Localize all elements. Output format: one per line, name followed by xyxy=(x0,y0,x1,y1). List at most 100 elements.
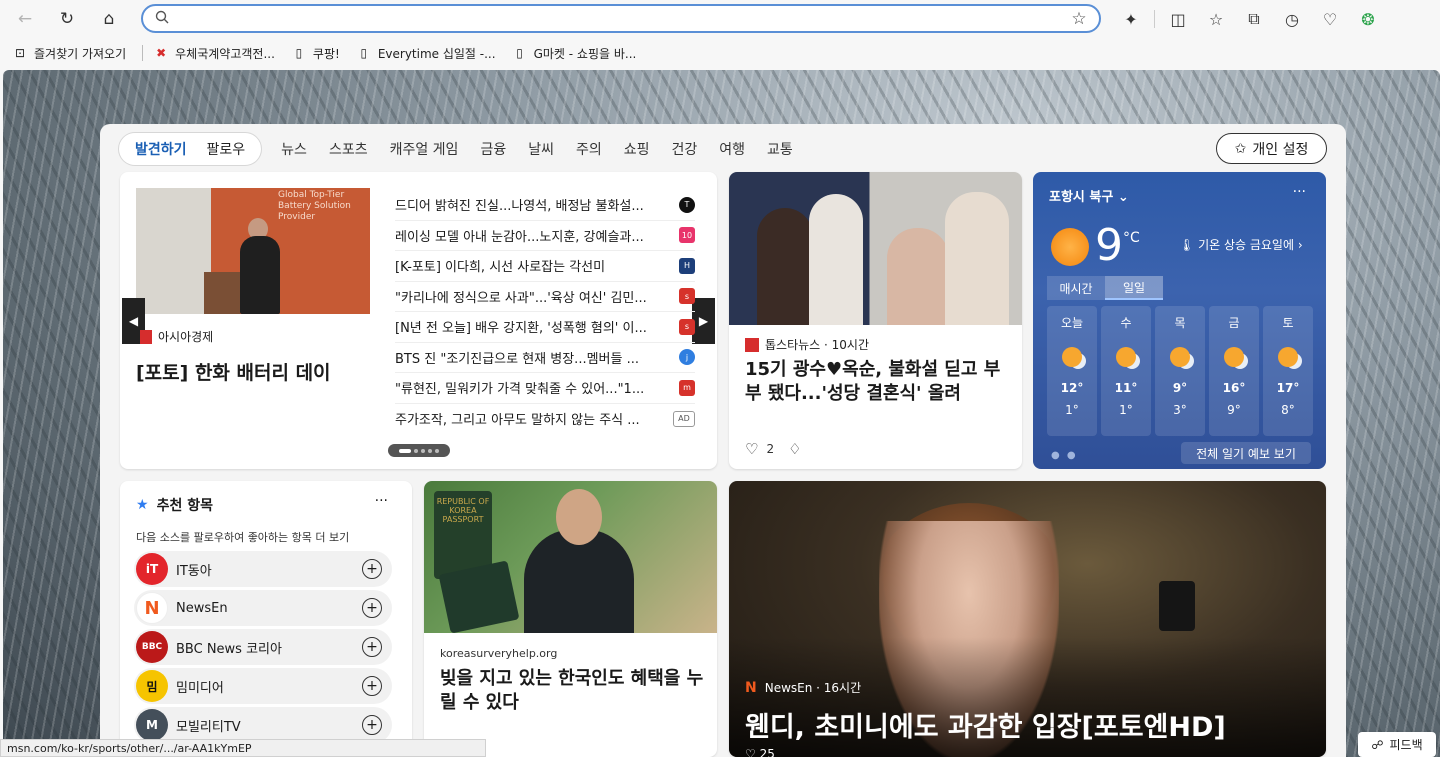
weather-location[interactable]: 포항시 북구 ⌄ xyxy=(1049,186,1129,205)
tab-travel[interactable]: 여행 xyxy=(719,139,745,159)
bookmark-post[interactable]: ✖ 우체국계약고객전... xyxy=(153,45,275,62)
headline-item[interactable]: 레이싱 모델 아내 눈감아...노지훈, 강예슬과... 10 xyxy=(395,221,695,251)
hero-image[interactable]: Global Top-Tier Battery Solution Provide… xyxy=(136,188,370,314)
tab-caution[interactable]: 주의 xyxy=(576,139,602,159)
hero-title[interactable]: [포토] 한화 배터리 데이 xyxy=(136,358,331,385)
carousel-dots[interactable] xyxy=(388,444,450,457)
tab-news[interactable]: 뉴스 xyxy=(281,139,307,159)
extensions-button[interactable]: ✦ xyxy=(1112,4,1150,34)
personalize-button[interactable]: ✩ 개인 설정 xyxy=(1216,133,1327,164)
weather-day[interactable]: 오늘 12° 1° xyxy=(1047,306,1097,436)
home-button[interactable]: ⌂ xyxy=(92,4,126,34)
weather-card: 포항시 북구 ⌄ ··· 9 °C 🌡 기온 상승 금요일에 › 매시간 일일 … xyxy=(1033,172,1326,469)
recommend-source-row[interactable]: iT IT동아 + xyxy=(134,551,392,587)
weather-alert[interactable]: 🌡 기온 상승 금요일에 › xyxy=(1179,236,1303,253)
weather-tab-daily[interactable]: 일일 xyxy=(1105,276,1163,300)
copilot-icon: ❂ xyxy=(1361,9,1375,29)
recommend-source-row[interactable]: BBC BBC News 코리아 + xyxy=(134,629,392,665)
newsen-logo-icon: N xyxy=(745,679,757,696)
bookmark-coupang[interactable]: ▯ 쿠팡! xyxy=(291,45,340,62)
health-button[interactable]: ♡ xyxy=(1311,4,1349,34)
weather-page-dots[interactable]: ● ● xyxy=(1051,450,1078,461)
tab-casual-games[interactable]: 캐주얼 게임 xyxy=(390,139,459,159)
bbc-logo-icon: BBC xyxy=(136,631,168,663)
tab-sports[interactable]: 스포츠 xyxy=(329,139,368,159)
tab-shopping[interactable]: 쇼핑 xyxy=(624,139,650,159)
headline-item[interactable]: 주가조작, 그리고 아무도 말하지 않는 주식 ... AD xyxy=(395,404,695,435)
thumbs-down-icon[interactable]: ♢ xyxy=(788,440,801,458)
couple-image xyxy=(729,172,1022,325)
bookmark-gmarket[interactable]: ▯ G마켓 - 쇼핑을 바... xyxy=(512,45,636,62)
recommend-title: ★ 추천 항목 xyxy=(136,495,213,515)
back-button[interactable]: ← xyxy=(8,4,42,34)
day-name: 목 xyxy=(1174,316,1186,330)
hero-person xyxy=(240,236,280,314)
headline-item[interactable]: BTS 진 "조기진급으로 현재 병장...멤버들 ... j xyxy=(395,343,695,373)
bookmark-divider xyxy=(142,45,144,61)
weather-day[interactable]: 토 17° 8° xyxy=(1263,306,1313,436)
home-icon: ⌂ xyxy=(103,9,115,29)
feedback-button[interactable]: ☍ 피드백 xyxy=(1358,732,1436,757)
favorite-star-icon[interactable]: ☆ xyxy=(1067,9,1091,29)
bookmark-everytime[interactable]: ▯ Everytime 십일절 -... xyxy=(356,45,496,62)
tab-discover[interactable]: 발견하기 xyxy=(125,139,197,159)
headline-item[interactable]: "카리나에 정식으로 사과"...'육상 여신' 김민... s xyxy=(395,282,695,312)
sponsored-card[interactable]: REPUBLIC OF KOREA PASSPORT koreasurveryh… xyxy=(424,481,717,757)
tab-health[interactable]: 건강 xyxy=(672,139,698,159)
photo-phone xyxy=(1159,581,1195,631)
carousel-dot xyxy=(435,448,439,453)
split-screen-button[interactable]: ◫ xyxy=(1159,4,1197,34)
source-name: NewsEn xyxy=(176,600,228,616)
recommend-more-button[interactable]: ··· xyxy=(375,493,388,509)
weather-day[interactable]: 목 9° 3° xyxy=(1155,306,1205,436)
address-input[interactable] xyxy=(183,8,1067,29)
source-name: IT동아 xyxy=(176,563,212,579)
headline-item[interactable]: "류현진, 밀워키가 가격 맞춰줄 수 있어..."1... m xyxy=(395,373,695,404)
photo-person xyxy=(757,208,813,325)
headline-item[interactable]: [N년 전 오늘] 배우 강지환, '성폭행 혐의' 이... s xyxy=(395,312,695,343)
thumbs-up-icon[interactable]: ♡ xyxy=(745,440,758,458)
weather-day[interactable]: 수 11° 1° xyxy=(1101,306,1151,436)
recommend-source-row[interactable]: M 모빌리티TV + xyxy=(134,707,392,743)
tab-finance[interactable]: 금융 xyxy=(480,139,506,159)
day-high: 12° xyxy=(1060,381,1084,395)
heart-icon: ♡ xyxy=(1322,9,1338,29)
headline-list: 드디어 밝혀진 진실...나영석, 배정남 불화설... T 레이싱 모델 아내 … xyxy=(395,190,695,434)
history-button[interactable]: ◷ xyxy=(1273,4,1311,34)
tab-traffic[interactable]: 교통 xyxy=(767,139,793,159)
follow-plus-button[interactable]: + xyxy=(362,598,382,618)
recommend-source-row[interactable]: N NewsEn + xyxy=(134,590,392,626)
thumbs-up-icon[interactable]: ♡ xyxy=(745,747,756,757)
photo-person xyxy=(887,228,949,325)
collections-button[interactable]: ⧉ xyxy=(1235,4,1273,34)
weather-more-button[interactable]: ··· xyxy=(1293,184,1306,200)
full-forecast-button[interactable]: 전체 일기 예보 보기 xyxy=(1181,442,1311,464)
feed-tabs: 발견하기 팔로우 뉴스 스포츠 캐주얼 게임 금융 날씨 주의 쇼핑 건강 여행… xyxy=(118,132,804,166)
follow-plus-button[interactable]: + xyxy=(362,715,382,735)
follow-plus-button[interactable]: + xyxy=(362,637,382,657)
address-bar[interactable]: ☆ xyxy=(141,4,1101,33)
weather-day[interactable]: 금 16° 9° xyxy=(1209,306,1259,436)
copilot-button[interactable]: ❂ xyxy=(1349,4,1387,34)
source-logo-icon: m xyxy=(679,379,695,396)
tab-weather[interactable]: 날씨 xyxy=(528,139,554,159)
refresh-button[interactable]: ↻ xyxy=(50,4,84,34)
headline-text: "류현진, 밀워키가 가격 맞춰줄 수 있어..."1... xyxy=(395,382,645,398)
day-low: 1° xyxy=(1065,403,1079,417)
source-name: 밈미디어 xyxy=(176,680,224,696)
follow-plus-button[interactable]: + xyxy=(362,559,382,579)
headline-item[interactable]: 드디어 밝혀진 진실...나영석, 배정남 불화설... T xyxy=(395,190,695,221)
bookmark-label: 즐겨찾기 가져오기 xyxy=(34,46,127,61)
couple-title: 15기 광수♥옥순, 불화설 딛고 부부 됐다...'성당 결혼식' 올려 xyxy=(745,359,1001,404)
bookmark-import[interactable]: ⊡ 즐겨찾기 가져오기 xyxy=(12,45,126,62)
favorites-button[interactable]: ☆ xyxy=(1197,4,1235,34)
follow-plus-button[interactable]: + xyxy=(362,676,382,696)
carousel-next-button[interactable]: ▶ xyxy=(692,298,715,344)
tab-follow[interactable]: 팔로우 xyxy=(197,139,256,159)
weather-tab-hourly[interactable]: 매시간 xyxy=(1047,276,1105,300)
headline-item[interactable]: [K-포토] 이다희, 시선 사로잡는 각선미 H xyxy=(395,251,695,282)
featured-news-card[interactable]: N NewsEn · 16시간 웬디, 초미니에도 과감한 입장[포토엔HD] … xyxy=(729,481,1326,757)
couple-news-card[interactable]: 톱스타뉴스 · 10시간 15기 광수♥옥순, 불화설 딛고 부부 됐다...'… xyxy=(729,172,1022,469)
recommend-source-row[interactable]: 밈 밈미디어 + xyxy=(134,668,392,704)
partly-sunny-icon xyxy=(1062,347,1082,367)
